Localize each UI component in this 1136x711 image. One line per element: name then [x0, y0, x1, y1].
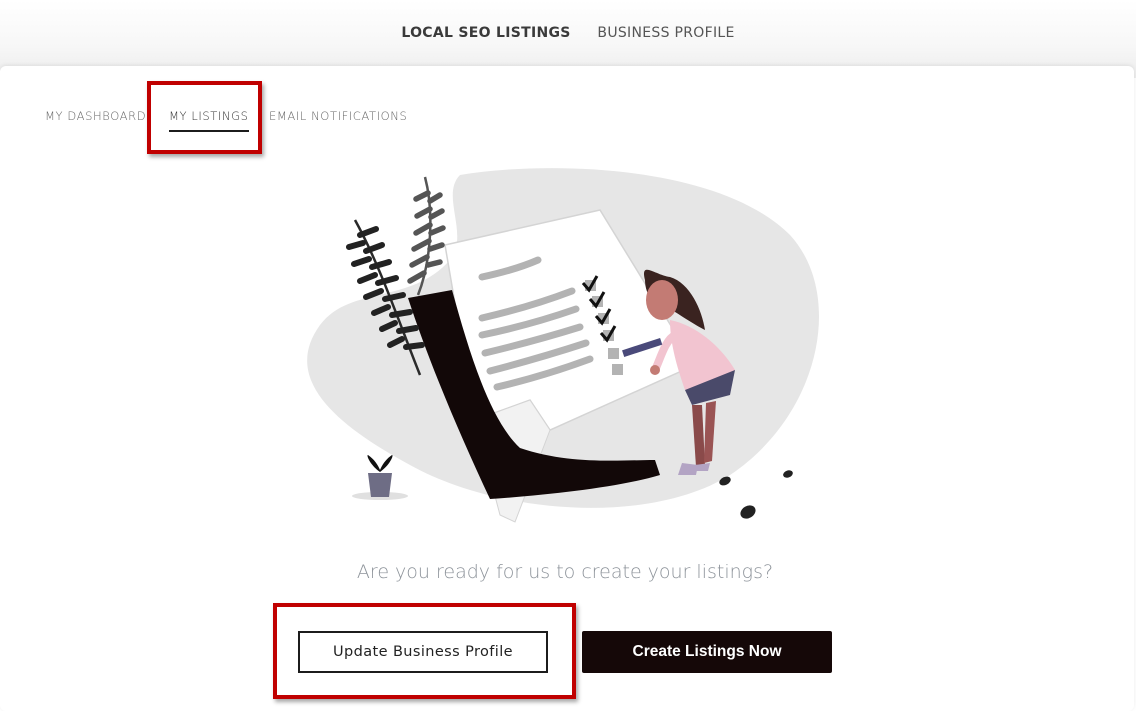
- tab-my-listings-label: MY LISTINGS: [169, 109, 249, 123]
- leaf-icons: [719, 470, 793, 519]
- ready-question: Are you ready for us to create your list…: [356, 561, 774, 583]
- create-listings-now-button[interactable]: Create Listings Now: [582, 631, 832, 673]
- nav-business-profile[interactable]: BUSINESS PROFILE: [597, 25, 734, 41]
- pot-plant-icon: [352, 455, 408, 500]
- nav-local-seo-listings[interactable]: LOCAL SEO LISTINGS: [401, 25, 570, 41]
- top-navigation: LOCAL SEO LISTINGS BUSINESS PROFILE: [0, 25, 1136, 41]
- active-tab-underline: [169, 130, 249, 132]
- tab-my-dashboard[interactable]: MY DASHBOARD: [45, 109, 146, 123]
- tab-my-listings[interactable]: MY LISTINGS: [169, 109, 249, 132]
- tab-email-notifications[interactable]: EMAIL NOTIFICATIONS: [269, 109, 407, 123]
- listings-illustration: [307, 168, 820, 523]
- update-business-profile-button[interactable]: Update Business Profile: [298, 631, 548, 673]
